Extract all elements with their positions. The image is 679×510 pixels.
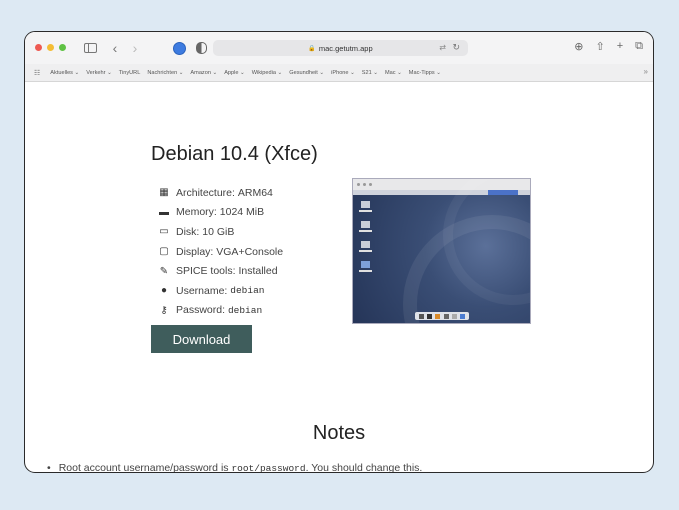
spec-label: Password: — [176, 304, 228, 317]
extension-icon[interactable] — [172, 39, 186, 57]
spec-row: ▢ Display: VGA+Console — [157, 242, 283, 262]
address-bar[interactable]: 🔒 mac.getutm.app ⇄ ↻ — [213, 40, 468, 56]
bookmarks-bar: ☷ Aktuelles ⌄ Verkehr ⌄ TinyURL Nachrichten… — [25, 64, 653, 82]
spec-row: ▬ Memory: 1024 MiB — [157, 203, 283, 223]
address-text: mac.getutm.app — [318, 43, 373, 53]
zoom-window-button[interactable] — [59, 44, 66, 51]
minimize-window-button[interactable] — [47, 44, 54, 51]
tab-overview-icon[interactable]: ⧉ — [635, 40, 643, 53]
page-title: Debian 10.4 (Xfce) — [151, 143, 318, 165]
spec-value: ARM64 — [237, 186, 273, 199]
bookmark-item[interactable]: S21 ⌄ — [362, 70, 378, 76]
spec-label: Disk: — [176, 225, 203, 238]
spec-value: debian — [227, 304, 263, 316]
spec-label: Architecture: — [176, 186, 238, 199]
disk-icon: ▭ — [159, 226, 169, 238]
forward-icon[interactable]: › — [129, 39, 141, 57]
key-icon: ⚷ — [160, 304, 168, 316]
bookmark-item[interactable]: TinyURL — [119, 70, 141, 76]
privacy-shield-icon[interactable] — [195, 39, 207, 57]
memory-icon: ▬ — [159, 206, 169, 218]
spec-row: ● Username: debian — [157, 281, 283, 301]
bookmark-item[interactable]: Aktuelles ⌄ — [50, 70, 79, 76]
bookmark-item[interactable]: iPhone ⌄ — [331, 70, 355, 76]
spec-value: VGA+Console — [216, 245, 284, 258]
notes-heading: Notes — [312, 422, 366, 444]
lock-icon: 🔒 — [308, 45, 316, 52]
more-bookmarks-icon[interactable]: » — [644, 67, 648, 76]
translate-icon[interactable]: ⇄ — [439, 43, 446, 52]
share-icon[interactable]: ⇧ — [595, 40, 604, 53]
spec-label: Display: — [176, 245, 217, 258]
bookmark-item[interactable]: Amazon ⌄ — [190, 70, 217, 76]
bookmark-item[interactable]: Nachrichten ⌄ — [147, 70, 183, 76]
download-button[interactable]: Download — [151, 325, 252, 353]
spec-row: ▦ Architecture: ARM64 — [157, 183, 283, 203]
note-code: root/password — [231, 463, 306, 473]
bookmark-item[interactable]: Mac ⌄ — [385, 70, 402, 76]
spec-value: 1024 MiB — [219, 206, 265, 219]
close-window-button[interactable] — [35, 44, 42, 51]
bookmark-item[interactable]: Apple ⌄ — [224, 70, 245, 76]
new-tab-icon[interactable]: + — [617, 40, 623, 53]
bookmark-item[interactable]: Mac-Tipps ⌄ — [409, 70, 441, 76]
bookmark-item[interactable]: Verkehr ⌄ — [86, 70, 112, 76]
sidebar-toggle-icon[interactable] — [83, 39, 97, 57]
spec-value: debian — [230, 285, 265, 297]
spec-row: ✎ SPICE tools: Installed — [157, 261, 283, 281]
wrench-icon: ✎ — [159, 265, 169, 277]
note-list-item: • Root account username/password is root/… — [47, 462, 423, 473]
back-icon[interactable]: ‹ — [109, 39, 121, 57]
page-content: Debian 10.4 (Xfce) ▦ Architecture: ARM64 ▬… — [25, 82, 653, 472]
vm-screenshot-image — [352, 178, 531, 324]
spec-label: Username: — [176, 284, 231, 297]
browser-toolbar: ‹ › 🔒 mac.getutm.app ⇄ ↻ ⊕ ⇧ + ⧉ — [25, 32, 653, 64]
spec-row: ⚷ Password: debian — [157, 301, 283, 321]
bookmarks-grid-icon[interactable]: ☷ — [34, 69, 40, 77]
spec-label: Memory: — [176, 206, 220, 219]
bookmark-item[interactable]: Wikipedia ⌄ — [252, 70, 283, 76]
bookmark-item[interactable]: Gesundheit ⌄ — [289, 70, 324, 76]
spec-value: Installed — [238, 265, 278, 278]
user-icon: ● — [160, 285, 168, 297]
note-text-suffix: . You should change this. — [305, 462, 423, 473]
note-text-prefix: Root account username/password is — [58, 462, 232, 473]
spec-list: ▦ Architecture: ARM64 ▬ Memory: 1024 MiB ▭ Di… — [157, 183, 283, 320]
display-icon: ▢ — [159, 246, 169, 258]
downloads-icon[interactable]: ⊕ — [574, 40, 583, 53]
spec-label: SPICE tools: — [176, 265, 239, 278]
reload-icon[interactable]: ↻ — [452, 42, 460, 53]
spec-value: 10 GiB — [202, 225, 235, 238]
chip-icon: ▦ — [159, 187, 169, 199]
spec-row: ▭ Disk: 10 GiB — [157, 222, 283, 242]
browser-window: ‹ › 🔒 mac.getutm.app ⇄ ↻ ⊕ ⇧ + ⧉ ☷ Aktue… — [24, 31, 654, 473]
